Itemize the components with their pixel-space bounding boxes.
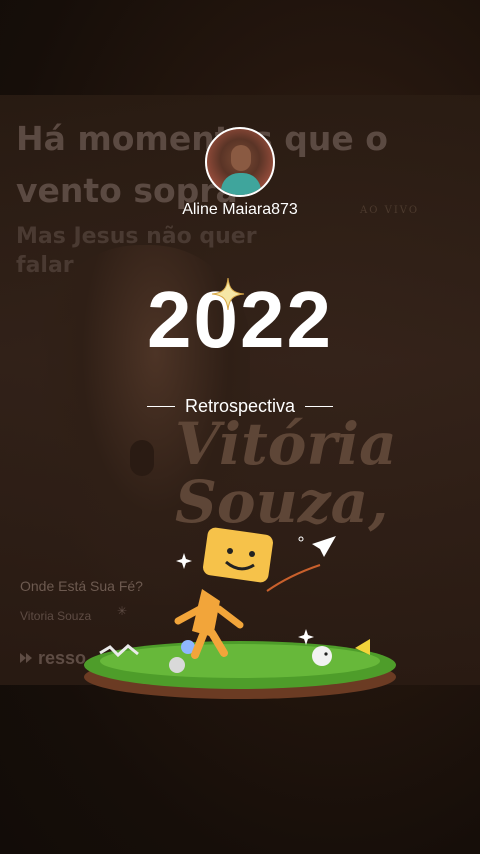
brand-text: resso [38, 648, 87, 668]
avatar[interactable] [205, 127, 275, 197]
username: Aline Maiara873 [182, 201, 298, 218]
island-grass-top [100, 644, 380, 678]
resso-logo-icon [20, 653, 32, 663]
microphone-shape [130, 440, 154, 476]
avatar-face [231, 145, 251, 171]
small-sparkle-2 [298, 629, 314, 645]
brand-logo: resso [18, 648, 86, 669]
artist-name-script: Vitória Souza, [175, 410, 397, 536]
divider-right [305, 406, 334, 407]
mascot-illustration [84, 527, 396, 699]
subtitle-row: Retrospectiva [0, 396, 480, 417]
bird [312, 646, 332, 666]
sparkle-icon [211, 277, 245, 311]
avatar-shirt [221, 173, 261, 195]
mascot-head [203, 527, 273, 583]
paper-plane-icon [312, 536, 336, 557]
kite-string [266, 564, 321, 592]
divider-left [146, 406, 175, 407]
lyrics-line-2: Mas Jesus não quer falar [16, 224, 257, 278]
small-sparkle [176, 553, 192, 569]
rock [169, 657, 185, 673]
subtitle: Retrospectiva [184, 396, 296, 416]
